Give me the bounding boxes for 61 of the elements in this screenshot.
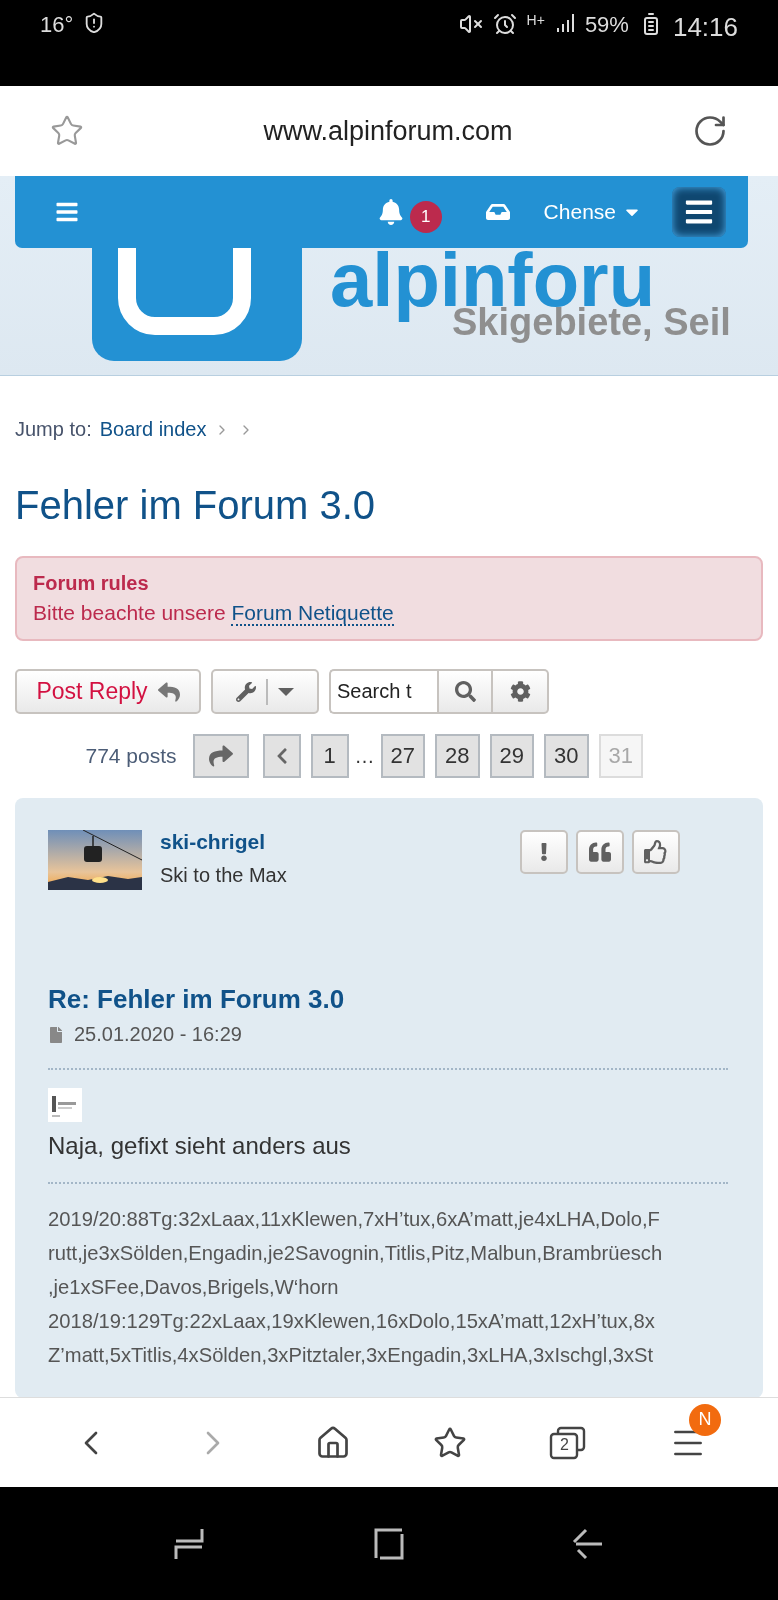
bookmarks-icon[interactable] (433, 1425, 467, 1460)
bell-icon[interactable] (377, 199, 404, 225)
signature-line: 2018/19:129Tg:22xLaax,19xKlewen,16xDolo,15xA’matt,12xH’tux,8x (48, 1309, 656, 1334)
thumbs-up-icon (644, 840, 668, 864)
alarm-icon (492, 12, 517, 36)
rules-title: Forum rules (33, 572, 150, 595)
recent-apps-icon[interactable] (174, 1526, 204, 1561)
menu-button[interactable] (672, 187, 726, 237)
quote-icon (589, 841, 611, 863)
wrench-icon (236, 681, 256, 702)
signature-line: Z’matt,5xTitlis,4xSölden,3xPitztaler,3xEngadin,3xLHA,3xIschgl,3xSt (48, 1343, 655, 1368)
like-button[interactable] (632, 830, 680, 874)
post-subject[interactable]: Re: Fehler im Forum 3.0 (48, 984, 728, 1015)
user-rank: Ski to the Max (160, 864, 288, 887)
page-button[interactable]: 30 (544, 734, 589, 778)
caret-icon (278, 687, 294, 696)
battery-percent: 59% (584, 12, 629, 38)
jump-to-label: Jump to: (15, 418, 92, 441)
signature-line: rutt,je3xSölden,Engadin,je2Savognin,Titlis,Pitz,Malbun,Brambrüesch (48, 1241, 664, 1266)
post-count: 774 posts (85, 744, 177, 768)
jump-to-page-button[interactable] (192, 734, 249, 778)
ellipsis: … (354, 744, 375, 768)
page-button[interactable]: 29 (489, 734, 535, 778)
mute-icon (458, 12, 483, 36)
post-reply-button[interactable]: Post Reply (15, 669, 201, 714)
notification-count: 1 (409, 201, 442, 233)
clock: 14:16 (672, 12, 738, 43)
search-icon (454, 681, 476, 702)
back-key-icon[interactable] (572, 1527, 604, 1560)
notification-badge: N (689, 1403, 721, 1436)
network-type: H+ (526, 12, 545, 28)
page-button[interactable]: 1 (310, 734, 349, 778)
page-button[interactable]: 28 (435, 734, 480, 778)
page-button[interactable]: 27 (380, 734, 426, 778)
home-key-icon[interactable] (372, 1527, 404, 1560)
report-button[interactable] (520, 830, 568, 874)
post-date: 25.01.2020 - 16:29 (74, 1023, 242, 1046)
tools-button[interactable] (211, 669, 319, 714)
search-field[interactable]: Search t (329, 669, 437, 714)
signature-line: ,je1xSFee,Davos,Brigels,W‘horn (48, 1275, 340, 1300)
reload-icon[interactable] (692, 113, 728, 149)
file-icon (48, 1026, 64, 1043)
settings-button[interactable] (493, 669, 549, 714)
rules-text: Bitte beachte unsere Forum Netiquette (33, 601, 395, 625)
search-button[interactable] (437, 669, 493, 714)
signal-icon (554, 12, 575, 34)
netiquette-link[interactable]: Forum Netiquette (231, 601, 394, 626)
previous-page-button[interactable] (262, 734, 301, 778)
url-text[interactable]: www.alpinforum.com (84, 115, 692, 147)
board-index-link[interactable]: Board index (99, 418, 207, 441)
author-link[interactable]: ski-chrigel (160, 830, 502, 854)
temperature: 16° (40, 12, 74, 38)
home-icon[interactable] (315, 1424, 351, 1461)
signature-line: 2019/20:88Tg:32xLaax,11xKlewen,7xH’tux,6xA’matt,je4xLHA,Dolo,F (48, 1207, 661, 1232)
quote-button[interactable] (576, 830, 624, 874)
topic-title: Fehler im Forum 3.0 (15, 483, 377, 528)
post-content: Naja, gefixt sieht anders aus (48, 1132, 352, 1160)
bookmark-star-icon[interactable] (50, 114, 84, 148)
forward-arrow-icon (208, 744, 233, 768)
settings-icon (509, 681, 531, 702)
reply-icon (157, 680, 180, 703)
